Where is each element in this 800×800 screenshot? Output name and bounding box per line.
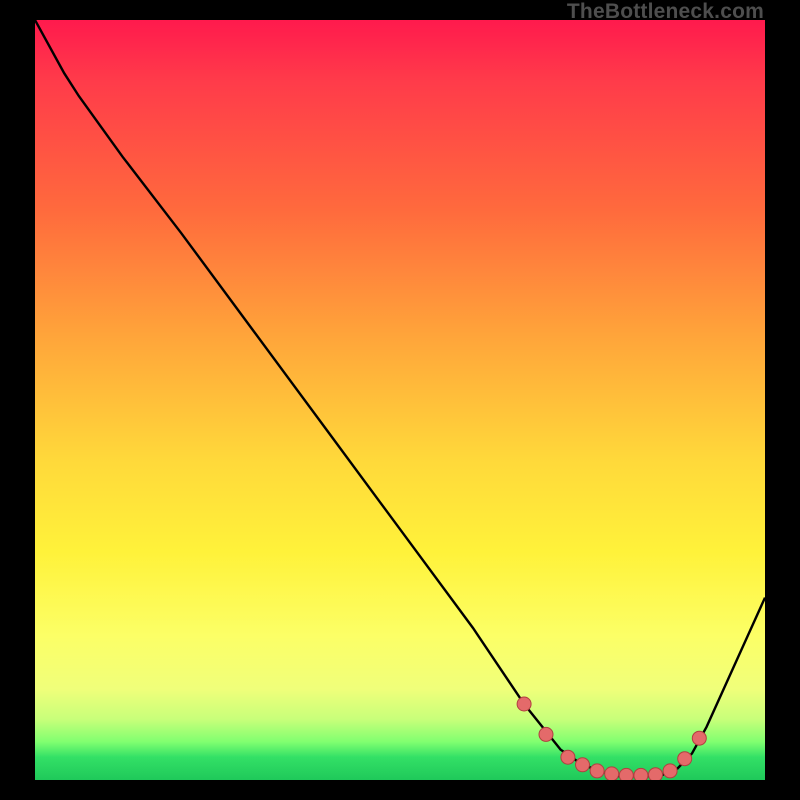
bottleneck-curve	[35, 20, 765, 776]
marker-point	[692, 731, 706, 745]
marker-point	[605, 767, 619, 780]
chart-svg	[35, 20, 765, 780]
plot-area	[35, 20, 765, 780]
chart-frame: TheBottleneck.com	[0, 0, 800, 800]
marker-point	[634, 768, 648, 780]
marker-point	[663, 764, 677, 778]
marker-point	[619, 768, 633, 780]
marker-point	[539, 727, 553, 741]
marker-point	[576, 758, 590, 772]
marker-point	[649, 768, 663, 780]
marker-point	[517, 697, 531, 711]
marker-point	[561, 750, 575, 764]
marker-point	[590, 764, 604, 778]
watermark-text: TheBottleneck.com	[567, 0, 764, 24]
marker-point	[678, 752, 692, 766]
